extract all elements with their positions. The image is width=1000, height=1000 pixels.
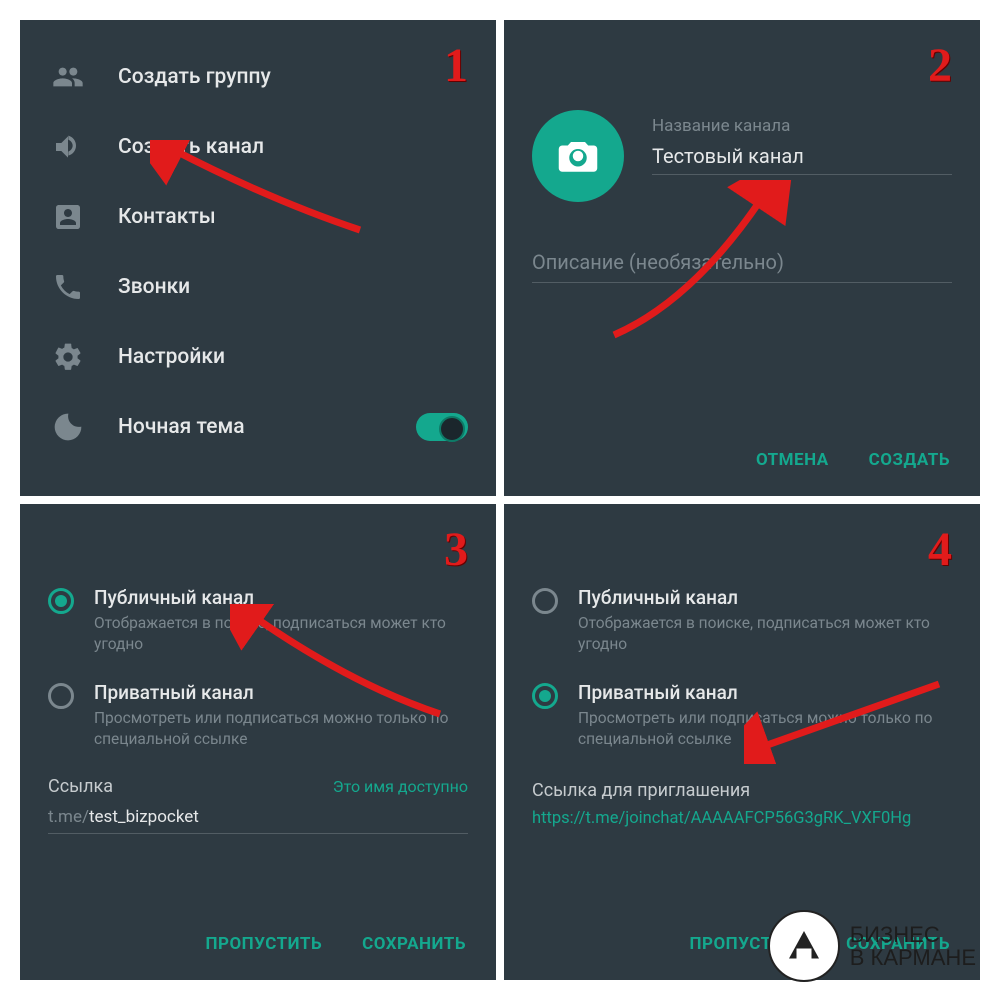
option-description: Просмотреть или подписаться можно только…	[578, 708, 938, 750]
invite-link[interactable]: https://t.me/joinchat/AAAAAFCP56G3gRK_VX…	[532, 807, 952, 830]
step-number: 1	[444, 38, 468, 93]
option-title: Публичный канал	[578, 586, 938, 609]
create-button[interactable]: СОЗДАТЬ	[869, 450, 950, 470]
cancel-button[interactable]: ОТМЕНА	[756, 450, 829, 470]
menu-label: Создать группу	[118, 65, 271, 89]
contact-icon	[48, 197, 88, 237]
menu-label: Ночная тема	[118, 415, 245, 439]
save-button[interactable]: СОХРАНИТЬ	[362, 934, 466, 954]
radio-icon	[48, 683, 74, 709]
menu-label: Создать канал	[118, 135, 264, 159]
panel-menu: 1 Создать группу Создать канал Контакты …	[20, 20, 496, 496]
panel-channel-type-public: 3 Публичный канал Отображается в поиске,…	[20, 504, 496, 980]
phone-icon	[48, 267, 88, 307]
link-prefix: t.me/	[48, 807, 89, 827]
channel-name-input[interactable]: Тестовый канал	[652, 144, 952, 175]
option-title: Приватный канал	[578, 681, 938, 704]
step-number: 3	[444, 522, 468, 577]
gear-icon	[48, 337, 88, 377]
link-value: test_bizpocket	[89, 807, 199, 827]
menu-settings[interactable]: Настройки	[48, 322, 468, 392]
watermark-text-1: БИЗНЕС	[850, 923, 976, 946]
watermark-icon	[768, 910, 840, 982]
option-public-channel[interactable]: Публичный канал Отображается в поиске, п…	[48, 586, 468, 655]
radio-icon	[532, 588, 558, 614]
menu-night-mode[interactable]: Ночная тема	[48, 392, 468, 462]
moon-icon	[48, 407, 88, 447]
megaphone-icon	[48, 127, 88, 167]
menu-calls[interactable]: Звонки	[48, 252, 468, 322]
option-private-channel[interactable]: Приватный канал Просмотреть или подписат…	[532, 681, 952, 750]
invite-link-label: Ссылка для приглашения	[532, 780, 952, 801]
group-icon	[48, 57, 88, 97]
step-number: 2	[928, 38, 952, 93]
skip-button[interactable]: ПРОПУСТИТЬ	[205, 934, 322, 954]
link-label: Ссылка	[48, 776, 113, 797]
watermark-logo: БИЗНЕС В КАРМАНЕ	[768, 910, 976, 982]
channel-name-label: Название канала	[652, 116, 952, 136]
panel-create-channel: 2 Название канала Тестовый канал Описани…	[504, 20, 980, 496]
panel-channel-type-private: 4 Публичный канал Отображается в поиске,…	[504, 504, 980, 980]
menu-contacts[interactable]: Контакты	[48, 182, 468, 252]
menu-create-channel[interactable]: Создать канал	[48, 112, 468, 182]
radio-icon	[48, 588, 74, 614]
menu-label: Контакты	[118, 205, 216, 229]
option-description: Отображается в поиске, подписаться может…	[578, 613, 938, 655]
option-title: Публичный канал	[94, 586, 454, 609]
channel-description-input[interactable]: Описание (необязательно)	[532, 250, 952, 283]
watermark-text-2: В КАРМАНЕ	[850, 946, 976, 969]
menu-label: Настройки	[118, 345, 225, 369]
option-public-channel[interactable]: Публичный канал Отображается в поиске, п…	[532, 586, 952, 655]
option-description: Просмотреть или подписаться можно только…	[94, 708, 454, 750]
option-description: Отображается в поиске, подписаться может…	[94, 613, 454, 655]
night-mode-toggle[interactable]	[416, 413, 468, 441]
step-number: 4	[928, 522, 952, 577]
menu-create-group[interactable]: Создать группу	[48, 42, 468, 112]
option-title: Приватный канал	[94, 681, 454, 704]
menu-label: Звонки	[118, 275, 190, 299]
channel-link-input[interactable]: t.me/test_bizpocket	[48, 807, 468, 834]
channel-photo-button[interactable]	[532, 110, 624, 202]
link-availability: Это имя доступно	[333, 777, 468, 796]
radio-icon	[532, 683, 558, 709]
option-private-channel[interactable]: Приватный канал Просмотреть или подписат…	[48, 681, 468, 750]
camera-icon	[557, 135, 599, 177]
